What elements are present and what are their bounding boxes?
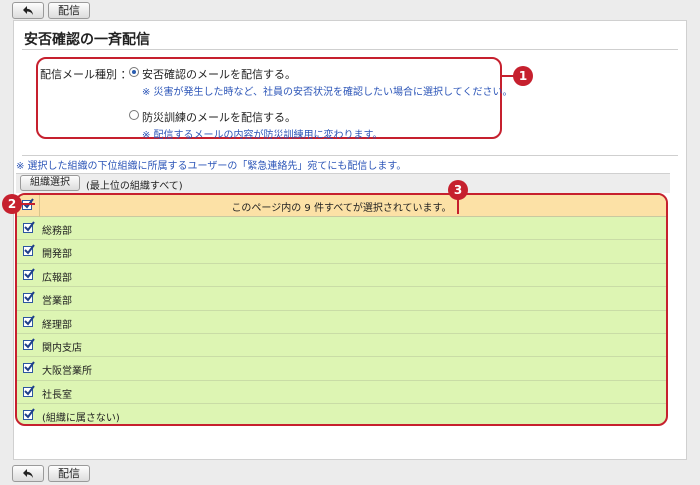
section-divider [22, 155, 678, 156]
callout-2-badge: 2 [2, 194, 22, 214]
checkmark-icon [24, 314, 35, 326]
back-arrow-icon [23, 6, 33, 15]
deliver-button-bottom[interactable]: 配信 [48, 465, 90, 482]
page-title: 安否確認の一斉配信 [24, 32, 150, 48]
checkmark-icon [24, 408, 35, 419]
checkmark-icon [24, 221, 35, 232]
org-checkbox[interactable] [23, 408, 35, 421]
list-item[interactable]: 総務部 [17, 217, 666, 241]
org-checkbox[interactable] [23, 291, 35, 304]
org-name: 経理部 [42, 319, 72, 331]
org-checkbox[interactable] [23, 361, 35, 374]
top-toolbar: 配信 [0, 0, 700, 22]
list-item[interactable]: 関内支店 [17, 334, 666, 358]
radio-safety-confirmation-label[interactable]: 安否確認のメールを配信する。 [142, 66, 296, 82]
org-select-button[interactable]: 組織選択 [20, 175, 80, 191]
org-name: 広報部 [42, 272, 72, 284]
checkmark-icon [24, 291, 35, 302]
list-item[interactable]: 経理部 [17, 311, 666, 334]
callout-3-leader [457, 199, 459, 214]
callout-1-badge: 1 [513, 66, 533, 86]
disaster-drill-note: ※ 配信するメールの内容が防災訓練用に変わります。 [142, 130, 383, 141]
list-item[interactable]: 社長室 [17, 381, 666, 405]
list-item[interactable]: 大阪営業所 [17, 357, 666, 381]
radio-safety-confirmation[interactable] [129, 67, 139, 77]
org-name: 関内支店 [42, 343, 82, 354]
org-scope-text: (最上位の組織すべて) [86, 181, 183, 192]
callout-2-leader [21, 203, 35, 205]
list-item[interactable]: (組織に属さない) [17, 404, 666, 425]
checkmark-icon [24, 385, 35, 396]
org-delivery-note: ※ 選択した組織の下位組織に所属するユーザーの「緊急連絡先」宛てにも配信します。 [16, 161, 407, 172]
org-checkbox[interactable] [23, 268, 35, 280]
org-name: 総務部 [42, 226, 72, 237]
selection-status: このページ内の 9 件すべてが選択されています。 [231, 203, 452, 214]
checkmark-icon [24, 244, 35, 255]
checkmark-icon [24, 361, 35, 372]
org-checkbox[interactable] [23, 314, 35, 327]
org-name: 大阪営業所 [42, 366, 92, 378]
list-header: このページ内の 9 件すべてが選択されています。 [17, 195, 666, 217]
list-item[interactable]: 広報部 [17, 264, 666, 288]
org-name: 開発部 [42, 249, 72, 261]
org-name: 社長室 [42, 389, 72, 401]
checkmark-icon [24, 268, 35, 279]
title-divider [22, 49, 678, 50]
deliver-button[interactable]: 配信 [48, 2, 90, 19]
list-item[interactable]: 開発部 [17, 240, 666, 264]
org-checkbox[interactable] [23, 385, 35, 397]
radio-disaster-drill[interactable] [129, 110, 139, 120]
back-arrow-icon [23, 469, 33, 478]
back-button[interactable] [12, 2, 44, 19]
org-list: このページ内の 9 件すべてが選択されています。 総務部 開発部 広報部 営業部… [15, 193, 668, 426]
org-name: 営業部 [42, 296, 72, 308]
mail-type-label: 配信メール種別 ： [40, 68, 132, 81]
bottom-toolbar: 配信 [0, 463, 700, 485]
callout-3-badge: 3 [448, 180, 468, 200]
list-item[interactable]: 営業部 [17, 287, 666, 311]
org-checkbox[interactable] [23, 338, 35, 350]
radio-disaster-drill-label[interactable]: 防災訓練のメールを配信する。 [142, 109, 296, 125]
org-checkbox[interactable] [23, 221, 35, 233]
org-name: (組織に属さない) [42, 413, 120, 425]
org-checkbox[interactable] [23, 244, 35, 257]
safety-confirmation-note: ※ 災害が発生した時など、社員の安否状況を確認したい場合に選択してください。 [142, 87, 513, 98]
back-button-bottom[interactable] [12, 465, 44, 482]
checkmark-icon [24, 338, 35, 349]
